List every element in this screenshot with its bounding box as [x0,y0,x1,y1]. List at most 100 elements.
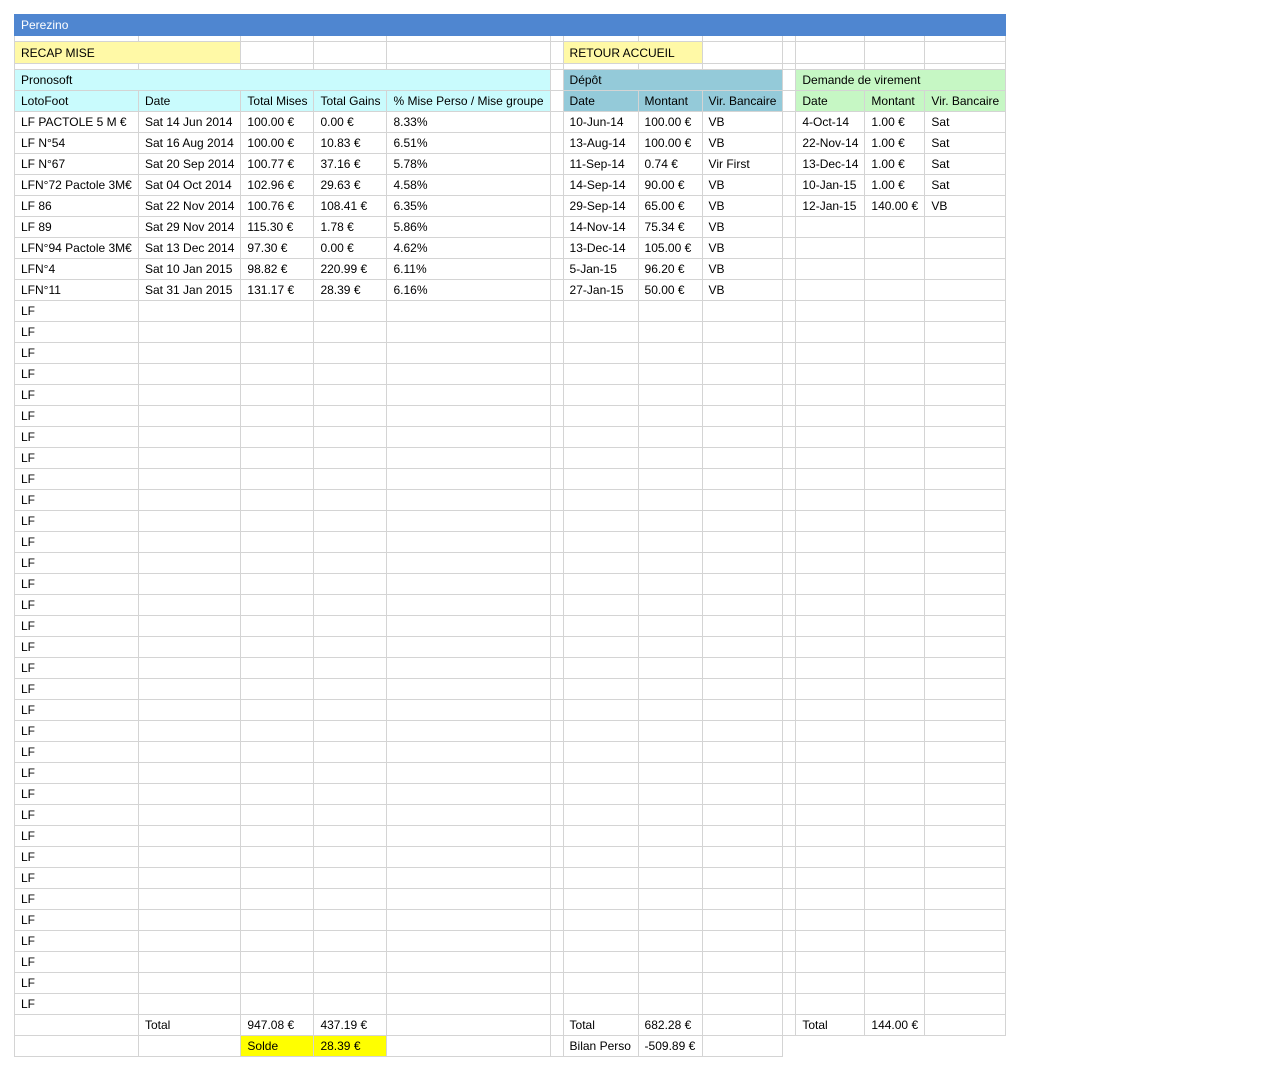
cell-depot-vir[interactable] [701,699,784,721]
cell-depot-date[interactable]: 27-Jan-15 [562,279,639,301]
cell-total-mises[interactable] [240,426,315,448]
cell-total-gains[interactable] [313,678,388,700]
cell-lotofoot[interactable]: LF [14,531,139,553]
cell-depot-montant[interactable]: 0.74 € [637,153,703,175]
cell-pct-mise[interactable] [386,573,551,595]
cell-depot-date[interactable] [562,741,639,763]
cell-virement-montant[interactable] [864,909,926,931]
cell-lotofoot[interactable]: LF [14,594,139,616]
cell-virement-date[interactable] [795,930,866,952]
cell-virement-vir[interactable] [924,342,1007,364]
cell-total-mises[interactable]: 100.00 € [240,111,315,133]
cell-lotofoot[interactable]: LF N°67 [14,153,139,175]
cell-virement-date[interactable] [795,867,866,889]
cell-lotofoot[interactable]: LFN°72 Pactole 3M€ [14,174,139,196]
cell-pct-mise[interactable] [386,636,551,658]
cell-date[interactable] [137,699,242,721]
gap-cell[interactable] [549,1014,564,1036]
cell-virement-montant[interactable] [864,321,926,343]
cell-virement-date[interactable] [795,342,866,364]
cell-date[interactable] [137,489,242,511]
cell-depot-montant[interactable] [637,993,703,1015]
cell-total-gains[interactable] [313,573,388,595]
cell-total-gains[interactable] [313,447,388,469]
cell-date[interactable] [137,300,242,322]
cell-total-mises[interactable] [240,363,315,385]
cell-depot-vir[interactable] [701,321,784,343]
cell-total-gains[interactable] [313,384,388,406]
cell-depot-montant[interactable] [637,405,703,427]
gap-cell[interactable] [549,321,564,343]
cell-total-mises[interactable] [240,573,315,595]
gap-cell[interactable] [782,321,797,343]
cell[interactable] [137,1035,242,1057]
cell-pct-mise[interactable] [386,363,551,385]
cell-pct-mise[interactable]: 5.78% [386,153,551,175]
cell-depot-montant[interactable] [637,699,703,721]
cell-virement-montant[interactable] [864,489,926,511]
cell-total-mises[interactable] [240,909,315,931]
cell-depot-date[interactable] [562,762,639,784]
cell-virement-vir[interactable] [924,909,1007,931]
cell-total-gains[interactable] [313,909,388,931]
cell-virement-vir[interactable] [924,279,1007,301]
cell-virement-montant[interactable] [864,678,926,700]
cell-depot-date[interactable] [562,405,639,427]
cell-depot-date[interactable] [562,993,639,1015]
cell-lotofoot[interactable]: LF [14,993,139,1015]
cell-depot-date[interactable] [562,594,639,616]
gap-cell[interactable] [782,720,797,742]
cell-depot-vir[interactable]: VB [701,111,784,133]
cell-date[interactable] [137,531,242,553]
cell-depot-vir[interactable] [701,804,784,826]
cell-date[interactable] [137,510,242,532]
gap-cell[interactable] [782,279,797,301]
cell-depot-vir[interactable] [701,447,784,469]
cell-lotofoot[interactable]: LF 89 [14,216,139,238]
depot-total-label[interactable]: Total [562,1014,639,1036]
gap-cell[interactable] [549,153,564,175]
gap-cell[interactable] [782,300,797,322]
cell-depot-date[interactable] [562,657,639,679]
cell-date[interactable] [137,783,242,805]
cell-total-mises[interactable] [240,804,315,826]
gap-cell[interactable] [549,447,564,469]
cell-date[interactable]: Sat 31 Jan 2015 [137,279,242,301]
cell-depot-date[interactable]: 5-Jan-15 [562,258,639,280]
cell-virement-vir[interactable]: VB [924,195,1007,217]
cell-date[interactable] [137,762,242,784]
gap-cell[interactable] [549,720,564,742]
cell-total-mises[interactable] [240,384,315,406]
cell-virement-vir[interactable]: Sat [924,153,1007,175]
gap-cell[interactable] [549,111,564,133]
cell-date[interactable] [137,363,242,385]
cell-date[interactable] [137,930,242,952]
cell-virement-montant[interactable] [864,447,926,469]
cell-lotofoot[interactable]: LF [14,804,139,826]
gap-cell[interactable] [549,804,564,826]
cell-virement-montant[interactable] [864,846,926,868]
cell-depot-vir[interactable] [701,531,784,553]
cell-lotofoot[interactable]: LFN°11 [14,279,139,301]
cell-virement-vir[interactable] [924,741,1007,763]
cell-depot-montant[interactable]: 100.00 € [637,111,703,133]
cell-lotofoot[interactable]: LF [14,321,139,343]
gap-cell[interactable] [549,468,564,490]
virement-total-label[interactable]: Total [795,1014,866,1036]
cell[interactable] [14,1035,139,1057]
cell-virement-date[interactable] [795,489,866,511]
cell-depot-vir[interactable] [701,741,784,763]
gap-cell[interactable] [782,153,797,175]
cell-total-gains[interactable] [313,699,388,721]
cell-date[interactable]: Sat 29 Nov 2014 [137,216,242,238]
gap-cell[interactable] [782,594,797,616]
cell-virement-vir[interactable] [924,447,1007,469]
gap-cell[interactable] [549,699,564,721]
cell-virement-vir[interactable] [924,657,1007,679]
cell-virement-montant[interactable] [864,657,926,679]
cell-depot-montant[interactable] [637,741,703,763]
gap-cell[interactable] [782,111,797,133]
gap-cell[interactable] [782,447,797,469]
cell-depot-date[interactable] [562,447,639,469]
cell-depot-vir[interactable] [701,489,784,511]
